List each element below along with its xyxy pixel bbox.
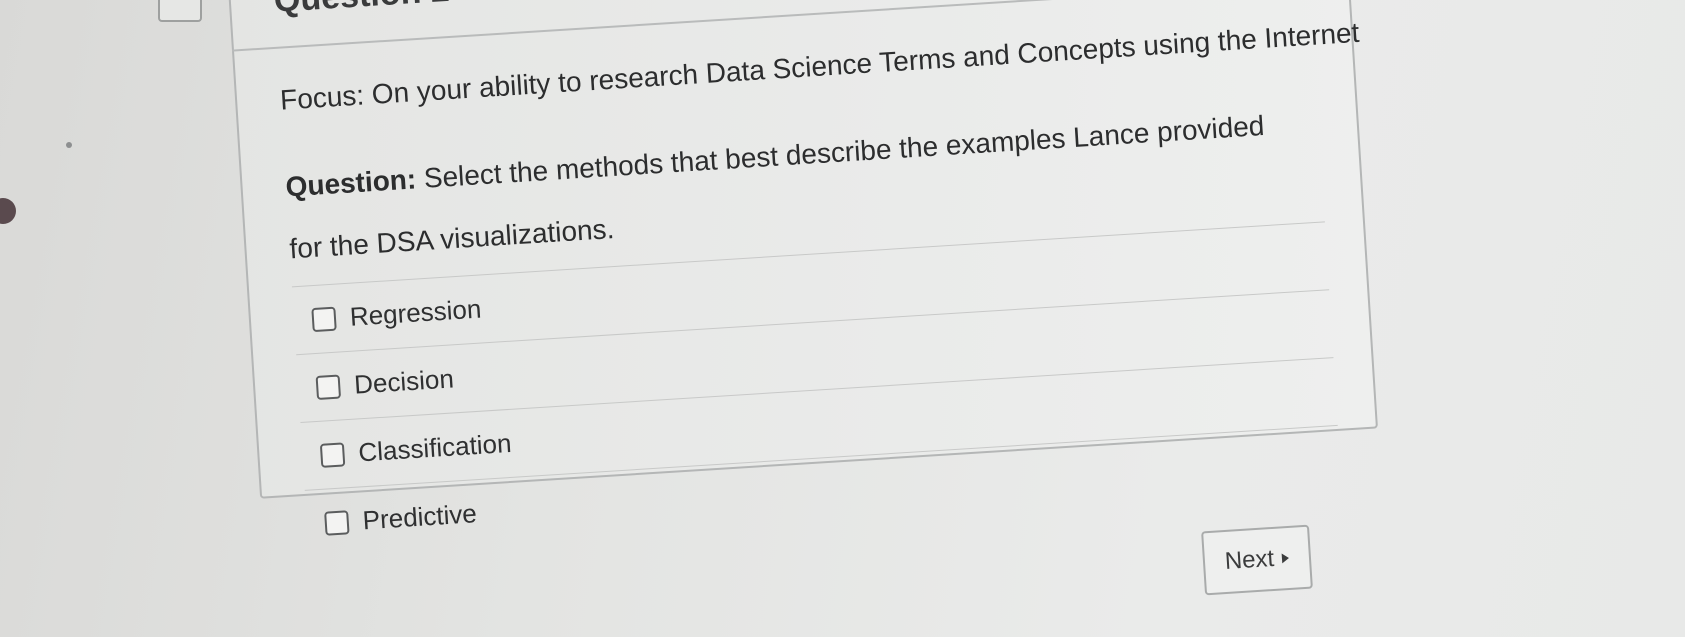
question-title: Question 2 [273,0,451,21]
answer-label: Classification [357,427,513,468]
answer-label: Decision [353,363,455,400]
question-label: Question: [284,163,418,203]
checkbox-predictive[interactable] [324,509,350,536]
flag-question-icon[interactable] [158,0,202,22]
checkbox-decision[interactable] [315,374,342,400]
left-edge-marker [0,198,16,224]
screen-speck [66,142,72,148]
question-panel: Question 2 Focus: On your ability to res… [220,0,1378,558]
next-label: Next [1223,544,1275,575]
caret-right-icon [1281,552,1290,564]
answer-label: Regression [348,293,483,332]
checkbox-classification[interactable] [319,441,346,468]
checkbox-regression[interactable] [311,306,337,332]
answer-label: Predictive [361,498,478,536]
next-button[interactable]: Next [1201,524,1313,596]
